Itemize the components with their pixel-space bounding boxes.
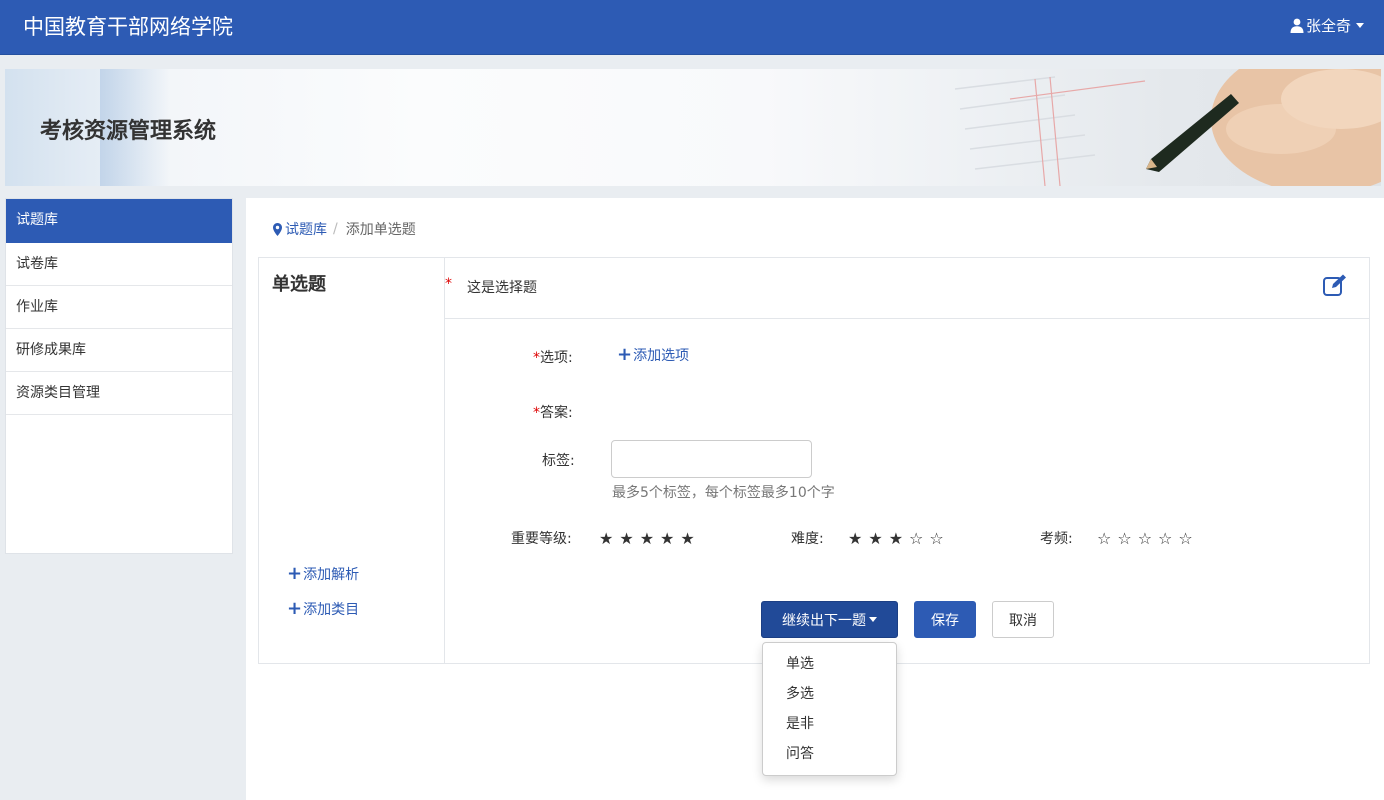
star-empty-icon[interactable]: ☆ <box>1158 529 1172 548</box>
cancel-button[interactable]: 取消 <box>992 601 1054 638</box>
star-empty-icon[interactable]: ☆ <box>1117 529 1131 548</box>
top-navbar: 中国教育干部网络学院 张全奇 <box>0 0 1384 55</box>
options-label-wrap: *选项: <box>533 347 573 367</box>
sidebar-item-paper-bank[interactable]: 试卷库 <box>6 243 232 286</box>
plus-icon: + <box>617 344 633 365</box>
chevron-down-icon <box>869 617 877 622</box>
importance-label: 重要等级: <box>511 531 572 547</box>
breadcrumb-root-label: 试题库 <box>285 222 327 238</box>
question-stem-row: * 这是选择题 <box>445 258 1369 319</box>
required-mark: * <box>533 350 540 366</box>
add-option-link[interactable]: + 添加选项 <box>617 345 689 365</box>
sidebar-item-category-management[interactable]: 资源类目管理 <box>6 372 232 415</box>
user-menu[interactable]: 张全奇 <box>1290 15 1364 36</box>
star-filled-icon[interactable]: ★ <box>619 529 633 548</box>
plus-icon: + <box>287 563 303 584</box>
breadcrumb-root-link[interactable]: 试题库 <box>273 219 327 239</box>
edit-icon[interactable] <box>1323 274 1347 296</box>
plus-icon: + <box>287 598 303 619</box>
star-filled-icon[interactable]: ★ <box>868 529 882 548</box>
breadcrumb: 试题库 / 添加单选题 <box>273 219 416 239</box>
sidebar-item-question-bank[interactable]: 试题库 <box>6 199 232 243</box>
sidebar: 试题库 试卷库 作业库 研修成果库 资源类目管理 <box>5 198 233 554</box>
star-filled-icon[interactable]: ★ <box>640 529 654 548</box>
breadcrumb-separator: / <box>333 221 338 237</box>
system-title: 考核资源管理系统 <box>40 119 217 144</box>
star-filled-icon[interactable]: ★ <box>599 529 613 548</box>
sidebar-item-homework-bank[interactable]: 作业库 <box>6 286 232 329</box>
frequency-rating[interactable]: ☆ ☆ ☆ ☆ ☆ <box>1097 529 1193 548</box>
sidebar-item-research-results[interactable]: 研修成果库 <box>6 329 232 372</box>
answer-label-wrap: *答案: <box>533 402 573 422</box>
add-analysis-link[interactable]: + 添加解析 <box>287 564 359 584</box>
user-icon <box>1290 18 1304 33</box>
chevron-down-icon <box>1356 23 1364 28</box>
save-button[interactable]: 保存 <box>914 601 976 638</box>
system-banner: 考核资源管理系统 <box>5 69 1381 186</box>
user-name: 张全奇 <box>1305 17 1351 35</box>
required-mark: * <box>445 276 452 292</box>
star-empty-icon[interactable]: ☆ <box>929 529 943 548</box>
menu-item-multiple-choice[interactable]: 多选 <box>763 679 896 709</box>
star-empty-icon[interactable]: ☆ <box>1097 529 1111 548</box>
map-marker-icon <box>273 222 282 236</box>
question-type-column: 单选题 + 添加解析 + 添加类目 <box>259 258 445 663</box>
menu-item-single-choice[interactable]: 单选 <box>763 649 896 679</box>
options-label: 选项: <box>540 350 573 366</box>
tag-hint: 最多5个标签，每个标签最多10个字 <box>612 485 835 501</box>
importance-rating[interactable]: ★ ★ ★ ★ ★ <box>599 529 695 548</box>
tag-label: 标签: <box>542 453 575 469</box>
next-question-type-menu: 单选 多选 是非 问答 <box>762 642 897 776</box>
banner-hand-illustration <box>1146 69 1381 186</box>
required-mark: * <box>533 405 540 421</box>
breadcrumb-current: 添加单选题 <box>345 222 416 238</box>
star-empty-icon[interactable]: ☆ <box>1138 529 1152 548</box>
menu-item-true-false[interactable]: 是非 <box>763 709 896 739</box>
add-analysis-label: 添加解析 <box>303 567 360 583</box>
site-brand[interactable]: 中国教育干部网络学院 <box>23 11 233 41</box>
menu-item-question-answer[interactable]: 问答 <box>763 739 896 769</box>
tag-input[interactable] <box>611 440 812 478</box>
star-empty-icon[interactable]: ☆ <box>909 529 923 548</box>
continue-next-label: 继续出下一题 <box>782 612 866 629</box>
difficulty-rating[interactable]: ★ ★ ★ ☆ ☆ <box>848 529 944 548</box>
star-filled-icon[interactable]: ★ <box>889 529 903 548</box>
difficulty-label: 难度: <box>791 531 824 547</box>
continue-next-question-button[interactable]: 继续出下一题 <box>761 601 898 638</box>
add-category-label: 添加类目 <box>303 602 360 618</box>
answer-label: 答案: <box>540 405 573 421</box>
star-filled-icon[interactable]: ★ <box>680 529 694 548</box>
star-filled-icon[interactable]: ★ <box>848 529 862 548</box>
question-editor-panel: 单选题 + 添加解析 + 添加类目 * 这是选择题 *选项: + 添加选项 *答… <box>258 257 1370 664</box>
add-category-link[interactable]: + 添加类目 <box>287 599 359 619</box>
frequency-label: 考频: <box>1040 531 1073 547</box>
star-filled-icon[interactable]: ★ <box>660 529 674 548</box>
question-stem-text[interactable]: 这是选择题 <box>467 277 537 297</box>
add-option-label: 添加选项 <box>633 348 690 364</box>
question-type-title: 单选题 <box>272 274 326 295</box>
star-empty-icon[interactable]: ☆ <box>1178 529 1192 548</box>
